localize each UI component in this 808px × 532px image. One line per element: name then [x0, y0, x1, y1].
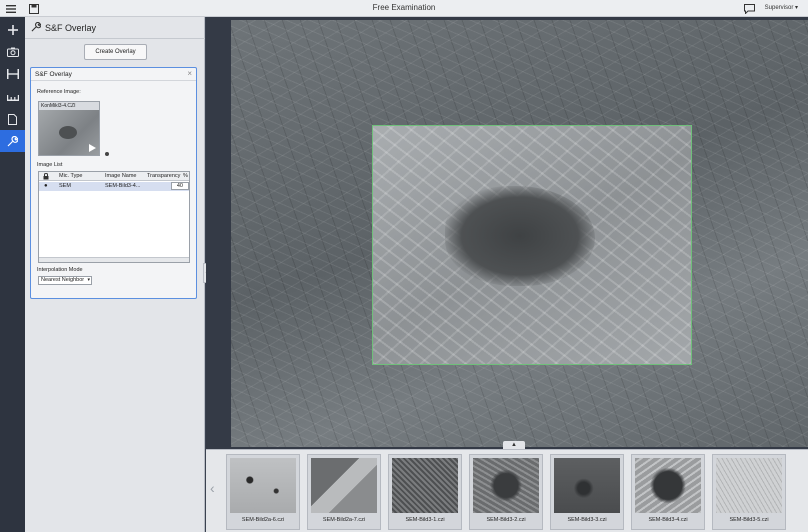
camera-icon[interactable] — [0, 41, 25, 63]
panel-title: S&F Overlay — [45, 23, 97, 33]
chevron-left-icon[interactable]: ‹ — [210, 480, 215, 496]
wrench-icon[interactable] — [0, 130, 25, 152]
user-role-dropdown[interactable]: Supervisor ▾ — [765, 4, 798, 11]
thumbnail[interactable]: SEM-Bild3-1.czi — [388, 454, 462, 530]
row-mic-type: SEM — [59, 183, 71, 189]
horizontal-scrollbar[interactable] — [39, 257, 189, 262]
thumbnail-image — [554, 458, 620, 513]
overlay-image[interactable] — [372, 125, 692, 365]
thumbnail-image — [473, 458, 539, 513]
thumbnail-name: SEM-Bild3-4.czi — [648, 517, 688, 523]
chat-icon[interactable] — [743, 2, 756, 15]
thumbnail-name: SEM-Bild3-3.czi — [567, 517, 607, 523]
thumbnail-name: SEM-Bild2a-7.czi — [322, 517, 366, 523]
thumbnail-image — [230, 458, 296, 513]
reference-image-name: KonMikl3-4.CZI — [39, 102, 99, 110]
thumbnail[interactable]: SEM-Bild3-4.czi — [631, 454, 705, 530]
thumbnail-name: SEM-Bild3-2.czi — [486, 517, 526, 523]
add-icon[interactable] — [0, 19, 25, 41]
row-indicator-icon: ● — [44, 183, 48, 189]
thumbnail[interactable]: SEM-Bild2a-6.czi — [226, 454, 300, 530]
column-image-name[interactable]: Image Name — [105, 173, 137, 179]
thumbnail-image — [392, 458, 458, 513]
interpolation-mode-value: Nearest Neighbor — [41, 277, 85, 283]
document-icon[interactable] — [0, 108, 25, 130]
thumbnail-name: SEM-Bild3-5.czi — [729, 517, 769, 523]
table-header: Mic. Type Image Name Transparency % — [39, 172, 189, 181]
scale-icon[interactable] — [0, 86, 25, 108]
column-transparency[interactable]: Transparency — [147, 173, 180, 179]
table-row[interactable]: ● SEM SEM-Bild3-4... 40 — [39, 182, 189, 191]
wrench-icon — [31, 21, 42, 34]
window-title: Free Examination — [372, 3, 436, 12]
title-bar: Free Examination Supervisor ▾ — [0, 0, 808, 17]
chevron-down-icon: ▾ — [87, 277, 90, 283]
panel-header: S&F Overlay — [25, 17, 205, 39]
sf-overlay-box: S&F Overlay × Reference Image: KonMikl3-… — [30, 67, 197, 299]
expand-filmstrip-button[interactable]: ▲ — [503, 441, 525, 449]
status-dot — [105, 152, 109, 156]
interpolation-mode-label: Interpolation Mode — [37, 267, 83, 273]
lock-icon[interactable] — [43, 172, 49, 182]
thumbnail-image — [635, 458, 701, 513]
thumbnail-name: SEM-Bild2a-6.czi — [241, 517, 285, 523]
sf-overlay-header: S&F Overlay × — [31, 68, 196, 81]
image-list-table: Mic. Type Image Name Transparency % ● SE… — [38, 171, 190, 263]
thumbnail-image — [716, 458, 782, 513]
column-percent[interactable]: % — [183, 173, 188, 179]
reference-image-thumbnail[interactable]: KonMikl3-4.CZI — [38, 101, 100, 156]
interpolation-mode-select[interactable]: Nearest Neighbor ▾ — [38, 276, 92, 285]
play-icon[interactable] — [89, 144, 96, 152]
filmstrip: ‹ SEM-Bild2a-6.czi SEM-Bild2a-7.czi SEM-Bi… — [206, 449, 808, 532]
thumbnail[interactable]: SEM-Bild3-5.czi — [712, 454, 786, 530]
sf-overlay-title: S&F Overlay — [35, 71, 72, 78]
side-panel: S&F Overlay Create Overlay S&F Overlay ×… — [25, 17, 205, 532]
transparency-stepper[interactable]: 40 — [171, 182, 189, 190]
close-icon[interactable]: × — [187, 69, 192, 78]
thumbnail-image — [311, 458, 377, 513]
image-list-label: Image List — [37, 162, 63, 168]
reference-image-label: Reference Image: — [37, 89, 81, 95]
column-mic-type[interactable]: Mic. Type — [59, 173, 82, 179]
thumbnail[interactable]: SEM-Bild2a-7.czi — [307, 454, 381, 530]
measure-icon[interactable] — [0, 63, 25, 85]
left-toolbar — [0, 17, 25, 532]
thumbnail-name: SEM-Bild3-1.czi — [405, 517, 445, 523]
create-overlay-button[interactable]: Create Overlay — [84, 44, 147, 60]
thumbnail[interactable]: SEM-Bild3-3.czi — [550, 454, 624, 530]
thumbnail[interactable]: SEM-Bild3-2.czi — [469, 454, 543, 530]
base-image[interactable] — [231, 20, 808, 447]
row-image-name: SEM-Bild3-4... — [105, 183, 141, 189]
image-viewer — [206, 17, 808, 449]
